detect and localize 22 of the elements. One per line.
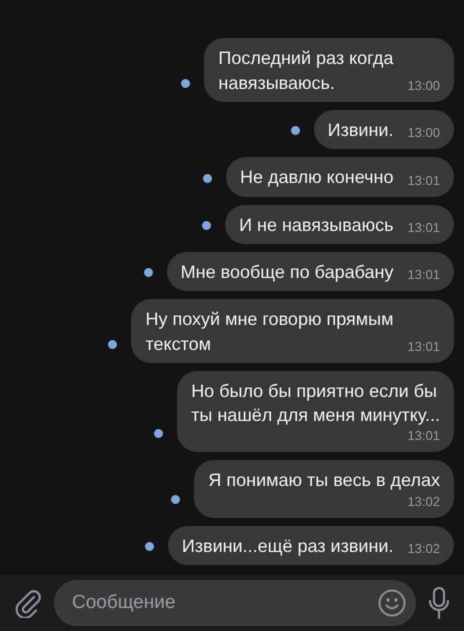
message-time: 13:01 — [407, 220, 440, 237]
message-text: Но было бы приятно если бы ты нашёл для меня минутку... — [191, 380, 440, 428]
message-time: 13:02 — [407, 494, 440, 511]
message-time: 13:01 — [407, 174, 440, 190]
message-text: Извини. — [328, 119, 394, 142]
message-time: 13:01 — [407, 268, 440, 284]
message-time: 13:01 — [407, 429, 440, 446]
message-time: 13:01 — [407, 340, 440, 356]
attach-icon[interactable] — [14, 588, 42, 618]
message-text: Я понимаю ты весь в делах — [208, 469, 440, 492]
message-text: Не давлю конечно — [240, 166, 394, 190]
message-text: Мне вообще по барабану — [180, 260, 394, 284]
message-time: 13:00 — [407, 126, 440, 142]
emoji-icon[interactable] — [378, 589, 406, 617]
message-field[interactable]: Сообщение — [54, 580, 416, 626]
microphone-icon[interactable] — [428, 587, 450, 619]
message-time: 13:00 — [407, 79, 440, 96]
message-text: Последний раз когда навязываюсь. — [218, 47, 394, 95]
message-text: Ну похуй мне говорю прямым текстом — [145, 308, 394, 356]
message-time: 13:02 — [407, 542, 440, 558]
message-text: Извини...ещё раз извини. — [182, 534, 394, 558]
message-text: И не навязываюсь — [239, 214, 394, 237]
